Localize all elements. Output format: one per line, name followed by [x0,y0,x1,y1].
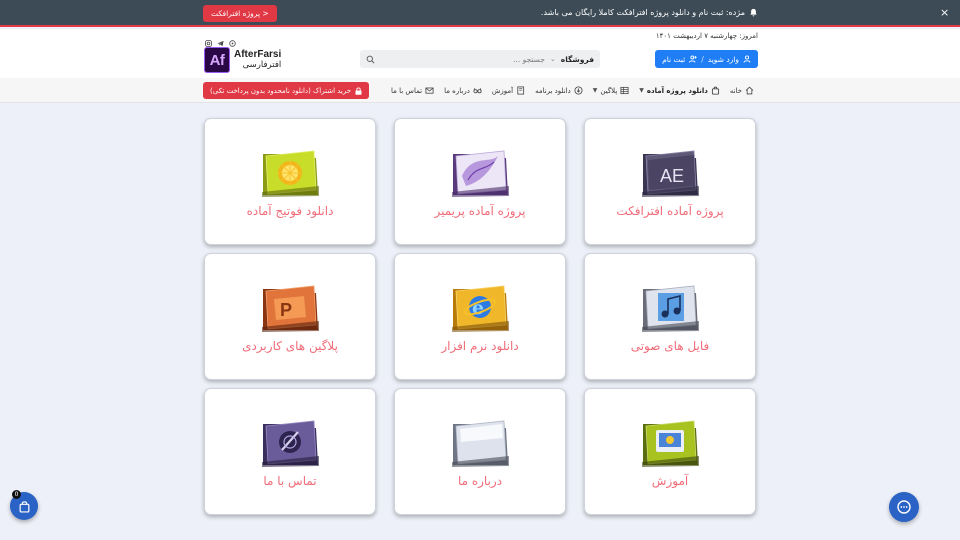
nav-item-label[interactable]: درباره ما [444,87,470,95]
card-label[interactable]: پلاگین های کاربردی [205,339,375,353]
user-icon [743,55,751,63]
aparat-icon[interactable] [229,32,236,47]
card-download-software[interactable]: e دانلود نرم افزار [394,253,566,380]
card-plugins[interactable]: P پلاگین های کاربردی [204,253,376,380]
card-label[interactable]: دانلود فوتیج آماده [205,204,375,218]
nav-item-label[interactable]: خانه [730,87,742,95]
premiere-folder-icon [452,150,509,197]
card-about-us[interactable]: درباره ما [394,388,566,515]
svg-text:AE: AE [660,166,684,186]
card-label[interactable]: پروژه آماده پریمیر [395,204,565,218]
login-label[interactable]: وارد شوید [708,55,739,64]
card-audio-files[interactable]: فایل های صوتی [584,253,756,380]
search-icon[interactable] [366,55,375,64]
nav-item-about[interactable]: درباره ما [444,86,482,95]
search-input[interactable]: جستجو ... [375,55,545,64]
login-register-button[interactable]: وارد شوید / ثبت نام [655,50,758,68]
tutorial-folder-icon [642,420,699,467]
logo-name-en: AfterFarsi [234,49,282,60]
site-logo[interactable]: Af AfterFarsi افترفارسی [204,47,281,73]
search-bar[interactable]: فروشگاه ⌄ جستجو ... [360,50,600,68]
card-label[interactable]: پروژه آماده افترافکت [585,204,755,218]
card-tutorials[interactable]: آموزش [584,388,756,515]
subscription-label[interactable]: خرید اشتراک (دانلود نامحدود بدون پرداخت … [210,87,351,95]
main-nav: خرید اشتراک (دانلود نامحدود بدون پرداخت … [0,78,960,103]
about-folder-icon [452,420,509,467]
nav-item-ready-projects[interactable]: دانلود پروژه آماده ▼ [639,86,720,95]
close-icon[interactable]: × [940,7,950,18]
card-label[interactable]: درباره ما [395,474,565,488]
chevron-down-icon[interactable]: ⌄ [550,55,556,63]
card-label[interactable]: تماس با ما [205,474,375,488]
card-footage[interactable]: دانلود فوتیج آماده [204,118,376,245]
add-user-icon [689,55,698,63]
announcement-text: مژده: ثبت نام و دانلود پروژه افترافکت کا… [540,8,745,17]
after-effects-folder-icon: AE [642,150,699,197]
card-after-effects-projects[interactable]: AE پروژه آماده افترافکت [584,118,756,245]
footage-folder-icon [262,150,319,197]
card-label[interactable]: دانلود نرم افزار [395,339,565,353]
mail-icon [425,87,434,94]
chevron-down-icon[interactable]: ▼ [593,87,598,94]
book-icon [517,86,525,95]
software-folder-icon: e [452,285,509,332]
site-header: امروز: چهارشنبه ۷ اردیبهشت ۱۴۰۱ Af After… [0,29,960,78]
svg-text:P: P [280,300,292,320]
card-label[interactable]: فایل های صوتی [585,339,755,353]
after-effects-project-button[interactable]: پروژه افترافکت > [203,5,277,22]
login-separator: / [701,54,704,64]
download-icon [574,86,583,95]
bell-icon [750,8,757,17]
search-scope-select[interactable]: فروشگاه [561,55,594,64]
nav-item-tutorials[interactable]: آموزش [492,86,525,95]
card-premiere-projects[interactable]: پروژه آماده پریمیر [394,118,566,245]
instagram-icon[interactable] [205,32,212,47]
current-date: امروز: چهارشنبه ۷ اردیبهشت ۱۴۰۱ [655,32,758,40]
nav-item-label[interactable]: دانلود برنامه [535,87,571,95]
nav-item-plugins[interactable]: پلاگین ▼ [593,86,630,95]
logo-mark: Af [204,47,230,73]
announcement: مژده: ثبت نام و دانلود پروژه افترافکت کا… [541,8,758,17]
cart-count-badge: 0 [12,490,21,499]
nav-item-contact[interactable]: تماس با ما [391,86,434,95]
nav-item-home[interactable]: خانه [730,86,754,95]
nav-item-label[interactable]: دانلود پروژه آماده [647,87,708,95]
chat-button[interactable] [889,492,919,522]
nav-item-label[interactable]: تماس با ما [391,87,422,95]
glasses-icon [473,88,482,94]
chat-icon [897,500,911,514]
grid-icon [620,86,629,95]
logo-name-fa: افترفارسی [242,60,282,70]
audio-folder-icon [642,285,699,332]
plugin-folder-icon: P [262,285,319,332]
contact-folder-icon [262,420,319,467]
shopping-bag-icon [19,500,29,513]
nav-item-download-software[interactable]: دانلود برنامه [535,86,583,95]
card-contact-us[interactable]: تماس با ما [204,388,376,515]
home-icon [745,86,754,95]
nav-menu: خانه دانلود پروژه آماده ▼ پلاگین ▼ دانلو… [391,78,754,103]
card-label[interactable]: آموزش [585,474,755,488]
bag-icon [711,86,719,95]
telegram-icon[interactable] [217,32,224,47]
nav-item-label[interactable]: پلاگین [600,87,617,95]
social-links [205,32,236,47]
nav-item-label[interactable]: آموزش [492,87,513,95]
subscription-button[interactable]: خرید اشتراک (دانلود نامحدود بدون پرداخت … [203,82,370,99]
register-label[interactable]: ثبت نام [662,55,685,64]
announcement-bar: پروژه افترافکت > مژده: ثبت نام و دانلود … [0,0,960,27]
lock-icon [355,87,362,95]
chevron-down-icon[interactable]: ▼ [639,87,644,94]
